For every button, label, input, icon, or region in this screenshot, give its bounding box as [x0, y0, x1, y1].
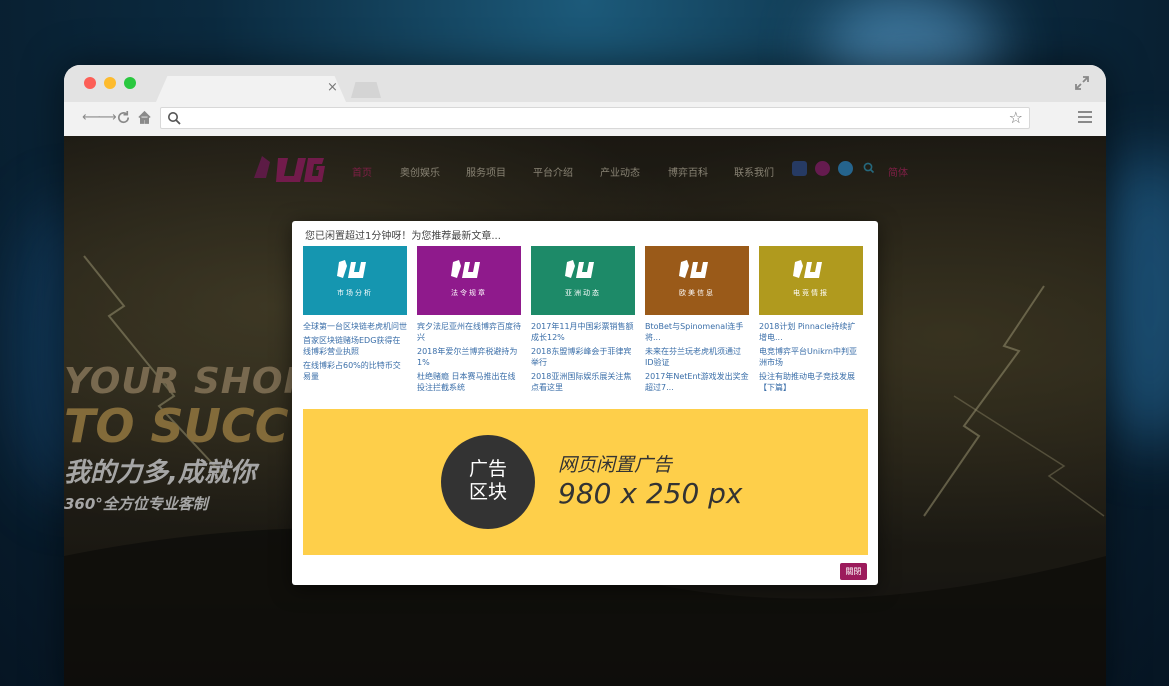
article-card: 法令规章 宾夕法尼亚州在线博弈百度待兴 2018年爱尔兰博弈税避持为1% 杜绝赌…	[417, 246, 521, 396]
close-button[interactable]: 關閉	[840, 563, 867, 580]
card-thumbnail[interactable]: 电竞情报	[759, 246, 863, 315]
article-link[interactable]: 2018东盟博彩峰会于菲律宾举行	[531, 346, 635, 368]
card-category: 市场分析	[337, 289, 373, 297]
article-link[interactable]: 宾夕法尼亚州在线博弈百度待兴	[417, 321, 521, 343]
close-window-button[interactable]	[84, 77, 96, 89]
idle-modal: 您已闲置超过1分钟呀！为您推荐最新文章... 市场分析 全球第一台区块链老虎机问…	[292, 221, 878, 585]
article-link[interactable]: 投注有助推动电子竞技发展【下篇】	[759, 371, 863, 393]
article-card: 市场分析 全球第一台区块链老虎机问世 首家区块链赌场EDG获得在线博彩营业执照 …	[303, 246, 407, 385]
card-thumbnail[interactable]: 法令规章	[417, 246, 521, 315]
ad-badge-line-2: 区块	[468, 481, 507, 503]
thumbnail-logo	[451, 260, 480, 278]
card-thumbnail[interactable]: 亚洲动态	[531, 246, 635, 315]
article-link[interactable]: 在线博彩占60%的比特币交易量	[303, 360, 407, 382]
star-icon[interactable]: ☆	[1009, 108, 1023, 127]
article-link[interactable]: 2017年11月中国彩票销售额成长12%	[531, 321, 635, 343]
card-category: 电竞情报	[793, 289, 829, 297]
article-link[interactable]: 首家区块链赌场EDG获得在线博彩营业执照	[303, 335, 407, 357]
expand-icon[interactable]	[1074, 75, 1090, 91]
thumbnail-logo	[679, 260, 708, 278]
card-thumbnail[interactable]: 欧美信息	[645, 246, 749, 315]
browser-tab[interactable]	[156, 76, 346, 102]
article-link[interactable]: 2018亚洲国际娱乐展关注焦点看这里	[531, 371, 635, 393]
search-icon	[168, 112, 181, 125]
thumbnail-logo	[337, 260, 366, 278]
ad-badge: 广告 区块	[441, 435, 535, 529]
article-link[interactable]: 杜绝赌瘾 日本赛马推出在线投注拦截系统	[417, 371, 521, 393]
article-link[interactable]: 2018计划 Pinnacle持续扩增电...	[759, 321, 863, 343]
title-bar: ×	[64, 65, 1106, 102]
thumbnail-logo	[565, 260, 594, 278]
article-link[interactable]: 未来在芬兰玩老虎机须通过ID验证	[645, 346, 749, 368]
thumbnail-logo	[793, 260, 822, 278]
article-link[interactable]: BtoBet与Spinomenal连手将...	[645, 321, 749, 343]
address-bar[interactable]: ☆	[160, 107, 1030, 129]
url-input[interactable]	[187, 110, 987, 126]
reload-icon[interactable]	[116, 110, 131, 125]
article-link[interactable]: 全球第一台区块链老虎机问世	[303, 321, 407, 332]
home-icon[interactable]	[137, 110, 152, 125]
ad-title: 网页闲置广告	[558, 454, 673, 476]
article-link[interactable]: 2018年爱尔兰博弈税避持为1%	[417, 346, 521, 368]
maximize-window-button[interactable]	[124, 77, 136, 89]
browser-window: × ⟵ ⟶ ☆ YOUR SHOR TO SUCC 我的力多,成就你 360°全…	[64, 65, 1106, 686]
card-category: 法令规章	[451, 289, 487, 297]
modal-header: 您已闲置超过1分钟呀！为您推荐最新文章...	[305, 231, 501, 242]
page-viewport: YOUR SHOR TO SUCC 我的力多,成就你 360°全方位专业客制 首…	[64, 136, 1106, 686]
menu-icon[interactable]	[1078, 111, 1092, 123]
ad-size: 980 x 250 px	[558, 477, 743, 510]
minimize-window-button[interactable]	[104, 77, 116, 89]
article-link[interactable]: 2017年NetEnt游戏发出奖金超过7...	[645, 371, 749, 393]
new-tab-button[interactable]	[351, 82, 381, 98]
article-card: 电竞情报 2018计划 Pinnacle持续扩增电... 电竞博弈平台Unikr…	[759, 246, 863, 396]
card-category: 欧美信息	[679, 289, 715, 297]
ad-block[interactable]: 广告 区块 网页闲置广告 980 x 250 px	[303, 409, 868, 555]
card-thumbnail[interactable]: 市场分析	[303, 246, 407, 315]
tab-close-icon[interactable]: ×	[327, 80, 338, 95]
article-card: 欧美信息 BtoBet与Spinomenal连手将... 未来在芬兰玩老虎机须通…	[645, 246, 749, 396]
article-link[interactable]: 电竞博弈平台Unikrn中判亚洲市场	[759, 346, 863, 368]
article-card: 亚洲动态 2017年11月中国彩票销售额成长12% 2018东盟博彩峰会于菲律宾…	[531, 246, 635, 396]
forward-icon[interactable]: ⟶	[98, 110, 117, 126]
browser-toolbar: ⟵ ⟶ ☆	[64, 102, 1106, 136]
ad-badge-line-1: 广告	[468, 458, 507, 480]
card-category: 亚洲动态	[565, 289, 601, 297]
